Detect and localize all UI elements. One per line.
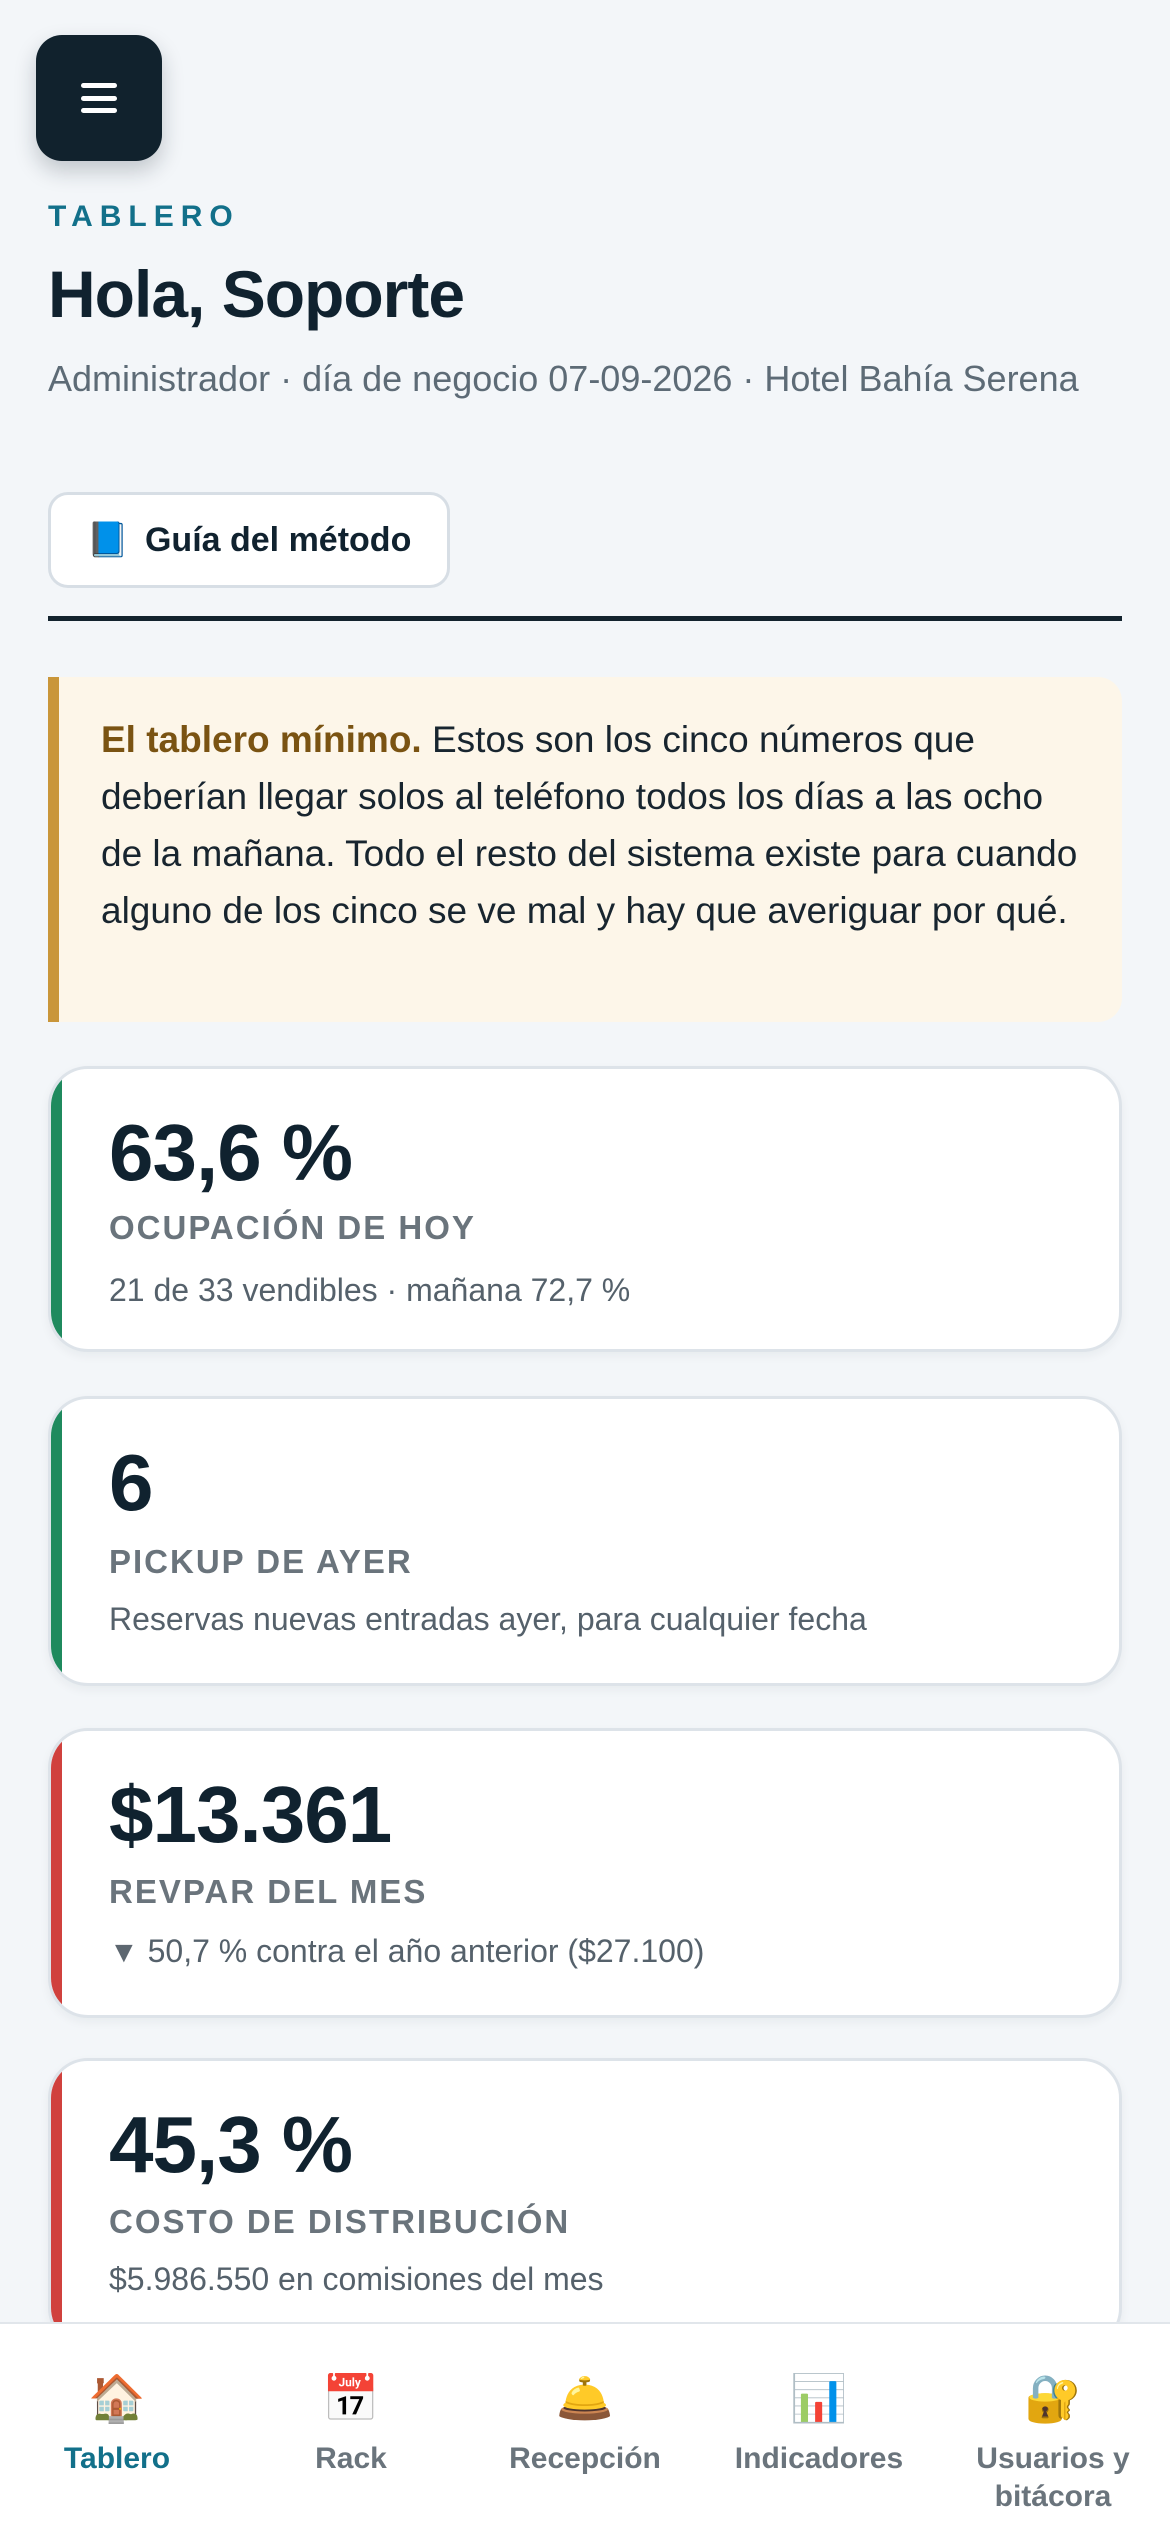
note-lead: El tablero mínimo. (101, 719, 422, 760)
status-stripe (51, 1731, 62, 2015)
kpi-card-pickup[interactable]: 6 PICKUP DE AYER Reservas nuevas entrada… (48, 1396, 1122, 1686)
kpi-detail-text: 50,7 % contra el año anterior ($27.100) (147, 1933, 705, 1969)
hamburger-menu-icon (81, 83, 117, 113)
minimal-dashboard-note: El tablero mínimo. Estos son los cinco n… (48, 677, 1122, 1022)
status-stripe (51, 1069, 62, 1349)
method-guide-label: Guía del método (144, 520, 412, 559)
bell-icon: 🛎️ (556, 2372, 614, 2424)
nav-item-rack[interactable]: 📅 Rack (234, 2324, 468, 2532)
kpi-detail: ▼ 50,7 % contra el año anterior ($27.100… (109, 1933, 704, 1970)
nav-item-usuarios[interactable]: 🔐 Usuarios y bitácora (936, 2324, 1170, 2532)
trend-down-icon: ▼ (109, 1936, 139, 1969)
calendar-icon: 📅 (322, 2372, 380, 2424)
menu-button[interactable] (36, 35, 162, 161)
dashboard-page: TABLERO Hola, Soporte Administrador · dí… (0, 0, 1170, 2532)
nav-item-indicadores[interactable]: 📊 Indicadores (702, 2324, 936, 2532)
nav-item-label: Usuarios y bitácora (976, 2442, 1130, 2513)
nav-item-label: Rack (315, 2442, 387, 2475)
lock-icon: 🔐 (1024, 2372, 1082, 2424)
bottom-navigation: 🏠 Tablero 📅 Rack 🛎️ Recepción 📊 Indicado… (0, 2322, 1170, 2532)
kpi-label: REVPAR DEL MES (109, 1873, 428, 1910)
nav-item-label: Tablero (63, 2442, 171, 2475)
kpi-label: OCUPACIÓN DE HOY (109, 1209, 476, 1246)
book-icon: 📘 (86, 521, 129, 559)
kpi-card-occupancy[interactable]: 63,6 % OCUPACIÓN DE HOY 21 de 33 vendibl… (48, 1066, 1122, 1352)
kpi-value: 6 (109, 1438, 153, 1527)
page-title: Hola, Soporte (48, 257, 465, 331)
kpi-value: 45,3 % (109, 2100, 353, 2189)
nav-item-label: Recepción (509, 2442, 661, 2475)
nav-item-label: Indicadores (734, 2442, 904, 2475)
kpi-card-revpar[interactable]: $13.361 REVPAR DEL MES ▼ 50,7 % contra e… (48, 1728, 1122, 2018)
page-eyebrow: TABLERO (48, 200, 240, 233)
page-subtitle: Administrador · día de negocio 07-09-202… (48, 358, 1079, 399)
house-icon: 🏠 (88, 2372, 146, 2424)
bar-chart-icon: 📊 (790, 2372, 848, 2424)
kpi-label: COSTO DE DISTRIBUCIÓN (109, 2203, 571, 2240)
status-stripe (51, 2061, 62, 2345)
kpi-detail: $5.986.550 en comisiones del mes (109, 2261, 604, 2297)
status-stripe (51, 1399, 62, 1683)
kpi-card-distribution-cost[interactable]: 45,3 % COSTO DE DISTRIBUCIÓN $5.986.550 … (48, 2058, 1122, 2348)
nav-item-tablero[interactable]: 🏠 Tablero (0, 2324, 234, 2532)
header-divider (48, 616, 1122, 621)
kpi-label: PICKUP DE AYER (109, 1543, 413, 1580)
kpi-detail: 21 de 33 vendibles · mañana 72,7 % (109, 1272, 631, 1308)
kpi-value: 63,6 % (109, 1108, 353, 1197)
kpi-detail: Reservas nuevas entradas ayer, para cual… (109, 1601, 867, 1637)
kpi-value: $13.361 (109, 1770, 392, 1859)
nav-item-recepcion[interactable]: 🛎️ Recepción (468, 2324, 702, 2532)
method-guide-button[interactable]: 📘 Guía del método (48, 492, 450, 588)
